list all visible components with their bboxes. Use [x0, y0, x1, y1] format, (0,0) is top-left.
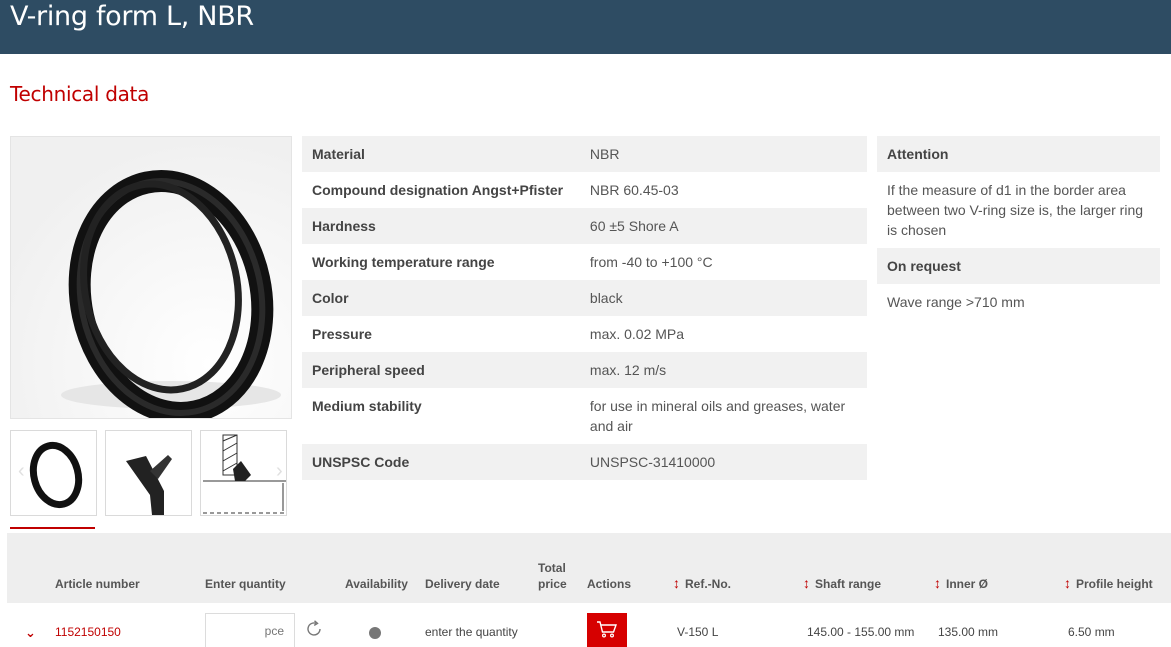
spec-row: Working temperature range from -40 to +1…	[302, 244, 867, 280]
spec-label: Pressure	[312, 326, 372, 342]
col-total-price-line1: Total	[538, 561, 566, 575]
spec-value: NBR	[589, 146, 620, 162]
v-ring-photo-icon	[11, 137, 291, 418]
spec-value: max. 12 m/s	[589, 362, 667, 378]
quantity-input[interactable]	[205, 613, 295, 647]
technical-data-table: Material NBR Compound designation Angst+…	[302, 136, 867, 480]
spec-row: Pressure max. 0.02 MPa	[302, 316, 867, 352]
shaft-range-value: 145.00 - 155.00 mm	[807, 625, 915, 639]
thumbnail-prev-icon[interactable]: ‹	[18, 460, 25, 483]
spec-value: from -40 to +100 °C	[589, 254, 713, 270]
spec-value: max. 0.02 MPa	[589, 326, 685, 342]
add-to-cart-button[interactable]	[587, 613, 627, 647]
sort-icon: ↕	[934, 575, 941, 591]
v-ring-profile-icon	[126, 455, 172, 515]
page-title: V-ring form L, NBR	[10, 1, 254, 32]
section-title: Technical data	[10, 82, 150, 106]
refresh-icon[interactable]	[304, 619, 324, 639]
thumbnail-next-icon[interactable]: ›	[276, 460, 283, 483]
delivery-date-value: enter the quantity	[425, 625, 518, 639]
sort-icon: ↕	[673, 575, 680, 591]
spec-value: for use in mineral oils and greases, wat…	[589, 398, 846, 434]
article-number-link[interactable]: 1152150150	[55, 624, 121, 640]
spec-label: UNSPSC Code	[312, 454, 410, 470]
col-article-number[interactable]: Article number	[55, 576, 140, 592]
col-shaft-range-label: Shaft range	[815, 577, 882, 591]
spec-row: Hardness 60 ±5 Shore A	[302, 208, 867, 244]
col-ref-no[interactable]: ↕ Ref.-No.	[673, 575, 731, 592]
spec-label: Working temperature range	[312, 254, 495, 270]
sort-icon: ↕	[803, 575, 810, 591]
col-profile-height-label: Profile height	[1076, 577, 1153, 591]
active-thumbnail-indicator	[10, 527, 95, 529]
availability-indicator	[369, 627, 381, 639]
spec-label: Peripheral speed	[312, 362, 425, 378]
spec-label: Color	[312, 290, 349, 306]
col-total-price-line2: price	[538, 577, 567, 591]
side-info-panel: Attention If the measure of d1 in the bo…	[877, 136, 1160, 320]
profile-height-value: 6.50 mm	[1068, 625, 1115, 639]
spec-label: Compound designation Angst+Pfister	[312, 182, 564, 198]
cart-icon	[597, 620, 617, 638]
col-enter-quantity: Enter quantity	[205, 577, 286, 591]
attention-text: If the measure of d1 in the border area …	[887, 182, 1144, 238]
main-product-image[interactable]	[10, 136, 292, 419]
col-actions: Actions	[587, 577, 632, 591]
page-header: V-ring form L, NBR	[0, 0, 1171, 54]
spec-row: Peripheral speed max. 12 m/s	[302, 352, 867, 388]
expand-chevron-down-icon[interactable]: ⌄	[25, 625, 36, 641]
spec-row: Material NBR	[302, 136, 867, 172]
thumbnail-drawing[interactable]	[200, 430, 287, 516]
article-table: Article number Enter quantity Availabili…	[7, 533, 1171, 647]
col-availability: Availability	[345, 577, 408, 591]
thumbnail-profile[interactable]	[105, 430, 192, 516]
col-delivery-date: Delivery date	[425, 577, 500, 591]
col-inner-diameter-label: Inner Ø	[946, 577, 989, 591]
spec-value: 60 ±5 Shore A	[589, 218, 679, 234]
sort-icon: ↕	[1064, 575, 1071, 591]
col-profile-height[interactable]: ↕ Profile height	[1064, 575, 1153, 592]
spec-row: Compound designation Angst+Pfister NBR 6…	[302, 172, 867, 208]
attention-title: Attention	[877, 136, 1160, 172]
on-request-title: On request	[877, 248, 1160, 284]
spec-value: UNSPSC-31410000	[589, 454, 716, 470]
spec-row: Medium stability for use in mineral oils…	[302, 388, 867, 444]
spec-label: Medium stability	[312, 398, 422, 414]
col-total-price: Total price	[538, 560, 567, 592]
spec-value: black	[589, 290, 623, 306]
col-ref-no-label: Ref.-No.	[685, 577, 731, 591]
inner-diameter-value: 135.00 mm	[938, 625, 999, 639]
col-shaft-range[interactable]: ↕ Shaft range	[803, 575, 881, 592]
spec-row: Color black	[302, 280, 867, 316]
v-ring-drawing-icon	[203, 434, 286, 514]
on-request-text: Wave range >710 mm	[887, 294, 1025, 310]
table-row: ⌄ 1152150150 enter the quantity V-150 L …	[7, 607, 1171, 647]
col-inner-diameter[interactable]: ↕ Inner Ø	[934, 575, 988, 592]
spec-label: Hardness	[312, 218, 376, 234]
spec-label: Material	[312, 146, 365, 162]
article-table-header: Article number Enter quantity Availabili…	[7, 533, 1171, 603]
spec-row: UNSPSC Code UNSPSC-31410000	[302, 444, 867, 480]
spec-value: NBR 60.45-03	[589, 182, 679, 198]
ref-no-value: V-150 L	[677, 625, 719, 639]
thumbnail-strip: ‹ ›	[10, 430, 292, 516]
